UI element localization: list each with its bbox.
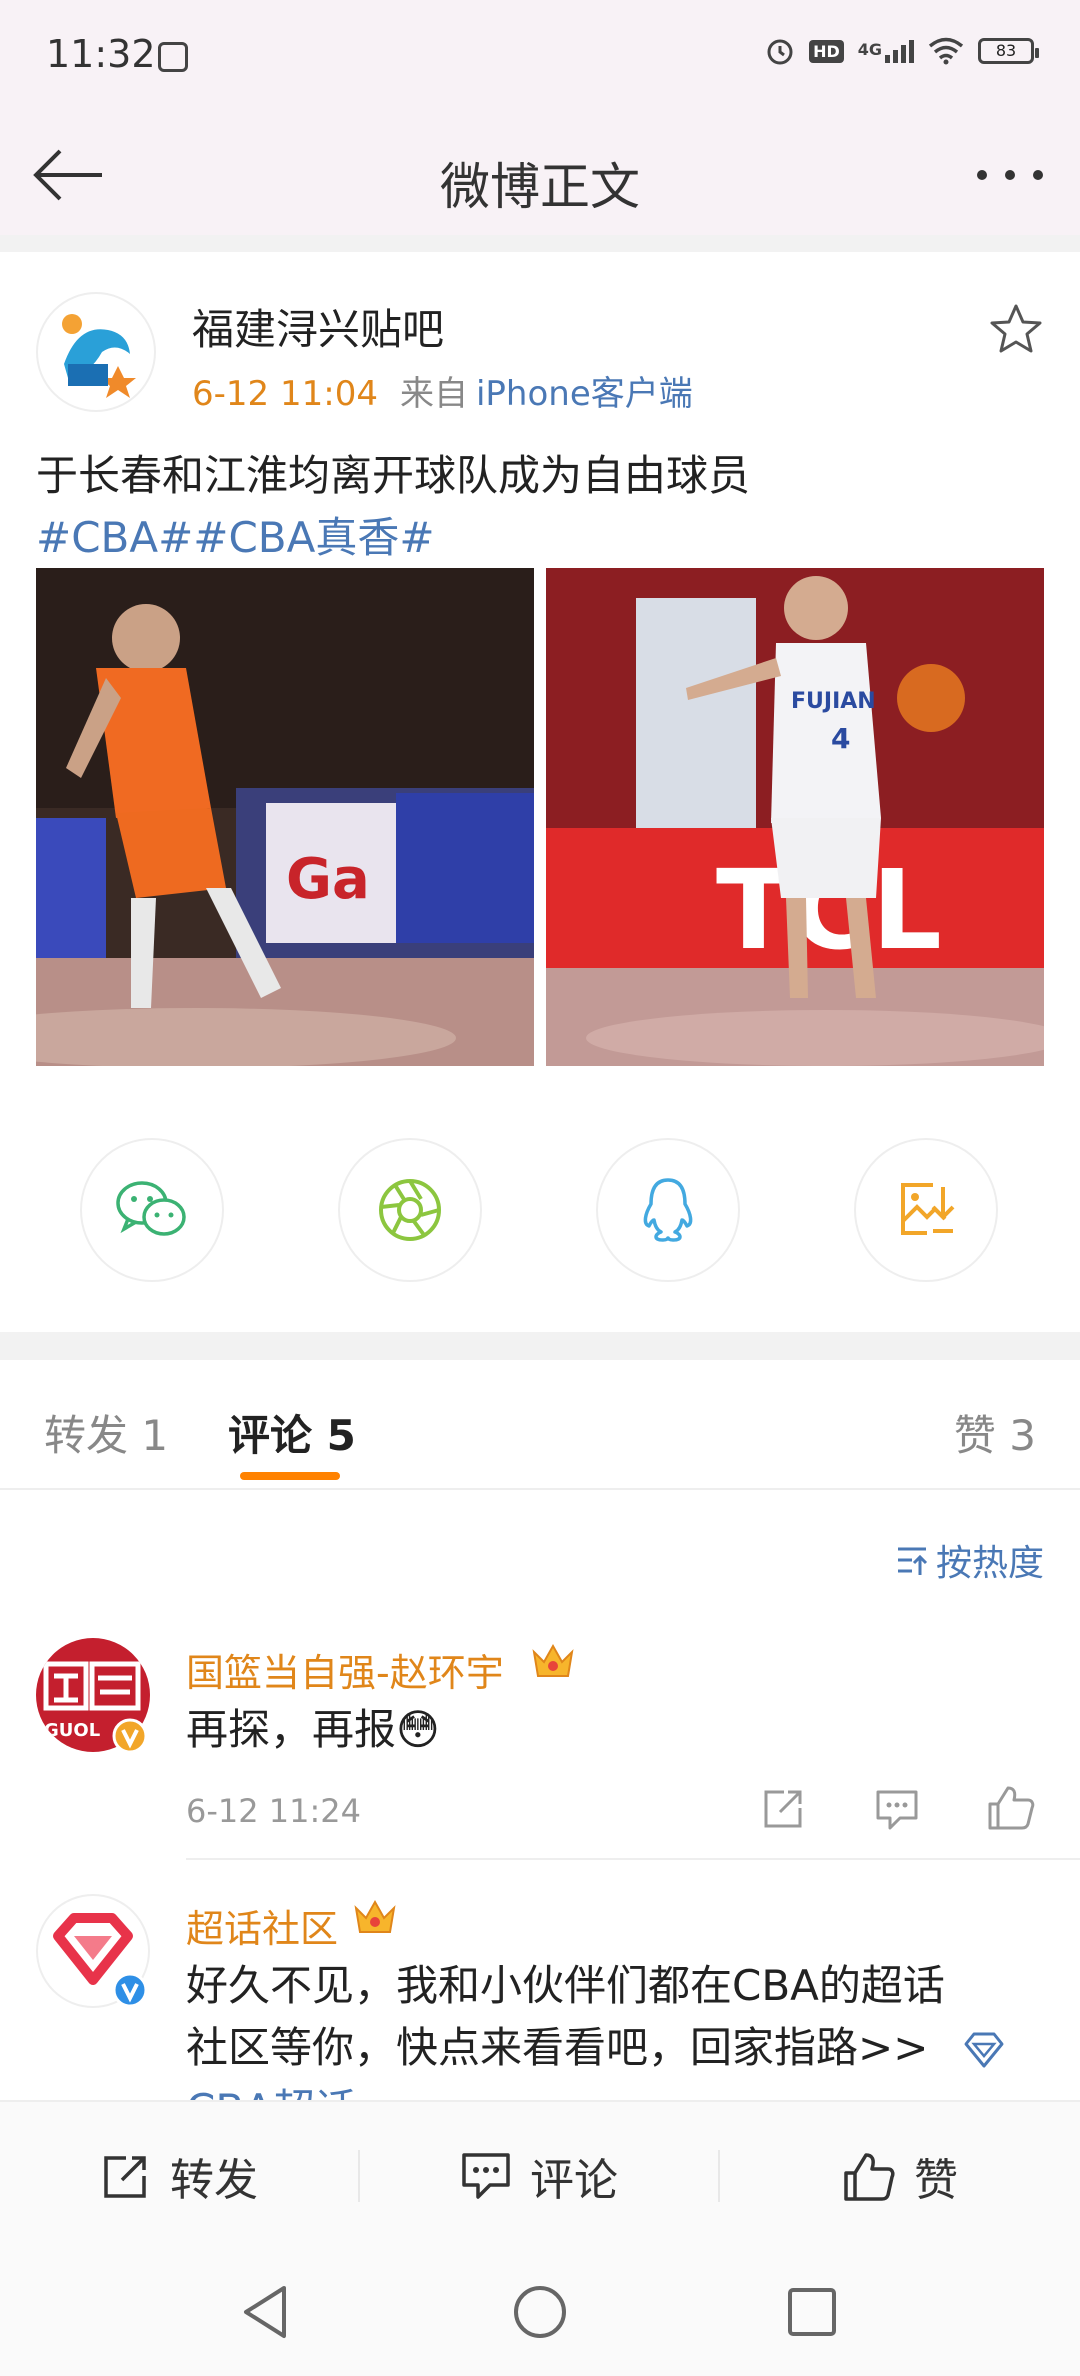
comment-icon: [462, 2153, 510, 2199]
svg-text:4: 4: [831, 722, 850, 755]
hd-badge: HD: [809, 39, 844, 63]
comment-share-icon[interactable]: [760, 1786, 806, 1832]
repost-button[interactable]: 转发: [0, 2102, 358, 2250]
svg-text:Ga: Ga: [286, 847, 370, 912]
crown-badge-icon: [354, 1899, 396, 1933]
comment-time: 6-12 11:24: [186, 1792, 362, 1830]
comment-like-icon[interactable]: [986, 1782, 1036, 1832]
like-button[interactable]: 赞: [720, 2102, 1080, 2250]
sim-icon: [158, 42, 188, 72]
post-from-label: 来自: [399, 374, 468, 414]
tab-comment[interactable]: 评论 5: [228, 1402, 356, 1463]
comment-reply-icon[interactable]: [874, 1788, 920, 1832]
nav-back-icon[interactable]: [240, 2284, 290, 2340]
bottom-action-bar: 转发 评论 赞: [0, 2100, 1080, 2248]
comment-text: 再探，再报😳: [186, 1705, 440, 1754]
comment-label: 评论: [530, 2155, 618, 2206]
tab-repost[interactable]: 转发 1: [44, 1402, 168, 1463]
svg-text:GUOL: GUOL: [44, 1720, 100, 1741]
comment-text-line-1: 好久不见，我和小伙伴们都在CBA的超话: [186, 1961, 945, 2010]
team-logo-icon: [62, 314, 136, 398]
wifi-icon: [928, 37, 964, 65]
moments-icon: [379, 1179, 441, 1241]
repost-label: 转发: [170, 2155, 258, 2206]
sort-icon: [897, 1547, 928, 1575]
comment-button[interactable]: 评论: [360, 2102, 718, 2250]
page-title: 微博正文: [440, 158, 640, 216]
svg-text:FUJIAN: FUJIAN: [791, 689, 876, 714]
repost-icon: [104, 2156, 146, 2198]
system-nav-bar: [0, 2248, 1080, 2376]
post-image-1[interactable]: Ga: [36, 568, 534, 1066]
comment-text-line-2: 社区等你，快点来看看吧，回家指路>>: [186, 2023, 929, 2072]
post-text: 于长春和江淮均离开球队成为自由球员: [36, 451, 751, 500]
wechat-icon: [116, 1181, 186, 1236]
qq-icon: [643, 1178, 693, 1242]
save-image-button[interactable]: [854, 1138, 998, 1282]
super-topic-diamond-icon: [964, 2032, 1004, 2068]
share-qq-button[interactable]: [596, 1138, 740, 1282]
crown-badge-icon: [532, 1643, 574, 1677]
verified-badge-icon: [112, 1972, 148, 2008]
sort-by-hot-button[interactable]: 按热度: [894, 1534, 1044, 1586]
nav-home-icon[interactable]: [512, 2284, 568, 2340]
tab-like[interactable]: 赞 3: [954, 1402, 1036, 1463]
favorite-star-icon[interactable]: [988, 302, 1044, 358]
section-gap: [0, 1332, 1080, 1360]
share-wechat-button[interactable]: [80, 1138, 224, 1282]
author-avatar[interactable]: [36, 292, 156, 412]
post-date: 6-12 11:04: [192, 374, 378, 414]
post-meta: 6-12 11:04 来自 iPhone客户端: [192, 366, 693, 415]
status-right: HD 4G 83: [765, 36, 1039, 66]
alarm-icon: [767, 39, 793, 65]
status-bar: 11:32 HD 4G 83: [0, 0, 1080, 115]
post-hashtags[interactable]: #CBA##CBA真香#: [36, 504, 435, 565]
active-tab-indicator: [240, 1472, 340, 1480]
nav-recents-icon[interactable]: [786, 2286, 838, 2338]
battery-icon: 83: [978, 38, 1039, 64]
save-image-icon: [901, 1183, 955, 1235]
post-device[interactable]: iPhone客户端: [476, 374, 693, 414]
nav-header: 微博正文: [0, 115, 1080, 235]
comment-divider: [186, 1858, 1080, 1860]
like-icon: [844, 2153, 895, 2201]
verified-badge-icon: [112, 1718, 148, 1754]
sort-label: 按热度: [935, 1543, 1044, 1584]
share-moments-button[interactable]: [338, 1138, 482, 1282]
status-time: 11:32: [46, 32, 156, 76]
post-image-2[interactable]: TCL FUJIAN 4: [546, 568, 1044, 1066]
network-signal: 4G: [858, 39, 914, 63]
commenter-name[interactable]: 国篮当自强-赵环宇: [186, 1642, 504, 1697]
commenter-name[interactable]: 超话社区: [186, 1898, 338, 1953]
author-name[interactable]: 福建浔兴贴吧: [192, 296, 444, 357]
like-label: 赞: [914, 2155, 958, 2206]
tab-bar: 转发 1 评论 5 赞 3: [0, 1360, 1080, 1490]
section-gap: [0, 235, 1080, 252]
more-options-icon[interactable]: [970, 163, 1050, 187]
